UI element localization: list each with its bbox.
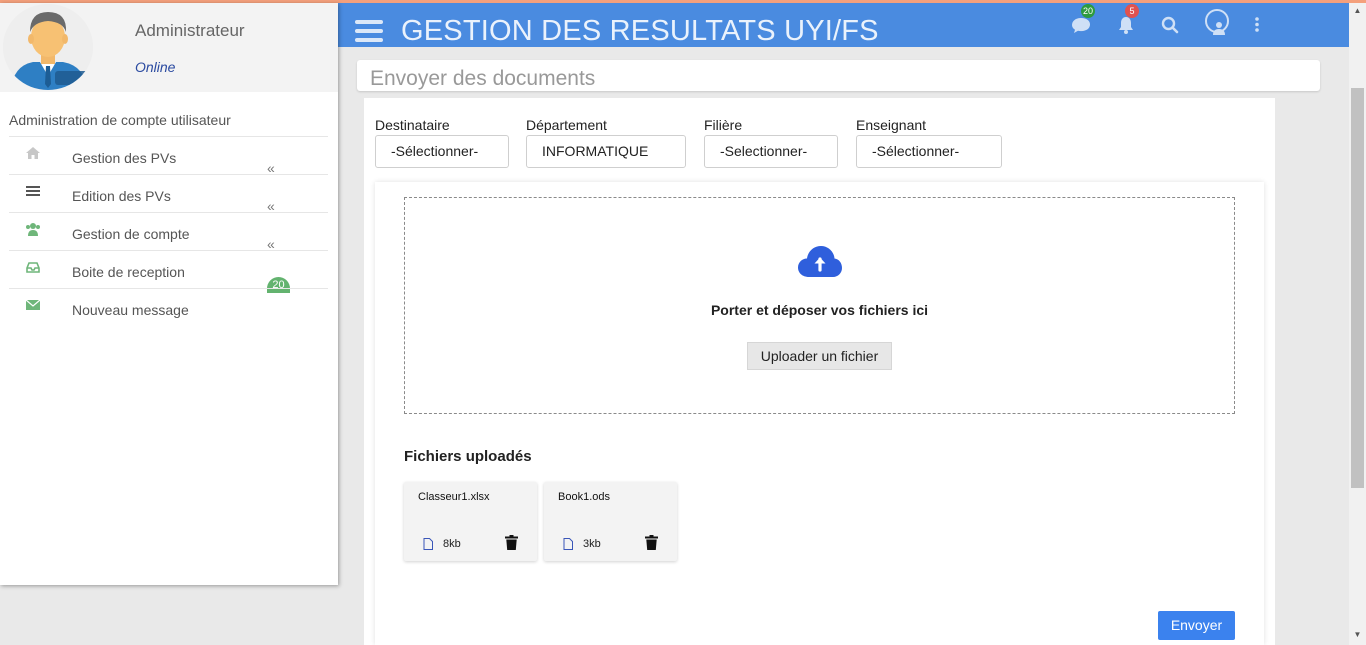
enseignant-select[interactable]: -Sélectionner- [856,135,1002,168]
sidebar-item-label: Gestion des PVs [72,150,177,166]
file-size: 8kb [443,538,461,550]
uploaded-file-card: Classeur1.xlsx 8kb [404,482,537,561]
admin-name: Administrateur [135,21,245,40]
document-icon [423,538,433,550]
departement-select[interactable]: INFORMATIQUE [526,135,686,168]
hamburger-menu-icon[interactable] [355,20,383,42]
document-icon [563,538,573,550]
more-vertical-icon[interactable] [1251,14,1273,36]
sidebar-item-label: Boite de reception [72,264,185,280]
send-button[interactable]: Envoyer [1158,611,1235,640]
chevron-double-left-icon: « [267,198,275,214]
messages-badge: 20 [1081,4,1096,18]
sidebar-item-edition-pvs[interactable]: Edition des PVs « [9,174,328,214]
online-status: Online [135,59,176,75]
chevron-double-left-icon: « [267,160,275,176]
profile-panel: Administrateur Online [0,3,338,92]
scroll-down-arrow-icon[interactable]: ▼ [1353,630,1362,639]
file-name: Classeur1.xlsx [418,491,490,503]
file-name: Book1.ods [558,491,610,503]
users-icon [26,223,40,236]
home-icon [26,147,40,159]
cloud-upload-icon [798,246,842,277]
filiere-select[interactable]: -Selectionner- [704,135,838,168]
enseignant-label: Enseignant [856,117,927,133]
upload-file-button[interactable]: Uploader un fichier [747,342,892,370]
search-icon[interactable] [1159,14,1181,36]
sidebar: Administrateur Online Administration de … [0,3,338,585]
sidebar-item-nouveau-message[interactable]: Nouveau message [9,288,328,328]
sidebar-item-gestion-compte[interactable]: Gestion de compte « [9,212,328,252]
destinataire-label: Destinataire [375,117,450,133]
envelope-icon [25,299,41,310]
notifications-badge: 5 [1125,4,1139,18]
sidebar-item-label: Edition des PVs [72,188,171,204]
user-account-icon[interactable] [1204,8,1230,36]
app-title: GESTION DES RESULTATS UYI/FS [401,15,879,47]
sidebar-section-title: Administration de compte utilisateur [9,112,231,128]
page-scrollbar[interactable]: ▲ ▼ [1349,3,1366,645]
avatar[interactable] [3,4,93,90]
inbox-icon [26,262,40,273]
sidebar-item-label: Nouveau message [72,302,189,318]
top-header: GESTION DES RESULTATS UYI/FS 20 5 [338,3,1351,47]
scroll-up-arrow-icon[interactable]: ▲ [1353,6,1362,15]
trash-icon[interactable] [505,535,518,550]
sidebar-item-boite-reception[interactable]: Boite de reception 20 [9,250,328,293]
uploaded-file-card: Book1.ods 3kb [544,482,677,561]
chevron-double-left-icon: « [267,236,275,252]
sidebar-item-gestion-pvs[interactable]: Gestion des PVs « [9,136,328,176]
page-title: Envoyer des documents [370,67,596,90]
sidebar-item-label: Gestion de compte [72,226,190,242]
trash-icon[interactable] [645,535,658,550]
departement-label: Département [526,117,607,133]
drop-instruction-text: Porter et déposer vos fichiers ici [710,302,929,318]
page-title-bar: Envoyer des documents [357,60,1320,91]
scrollbar-thumb[interactable] [1351,88,1364,488]
file-size: 3kb [583,538,601,550]
uploaded-files-heading: Fichiers uploadés [404,448,532,465]
filiere-label: Filière [704,117,743,133]
sidebar-nav: Gestion des PVs « Edition des PVs « Gest… [9,136,328,328]
list-icon [26,186,40,196]
avatar-image [3,4,93,90]
destinataire-select[interactable]: -Sélectionner- [375,135,509,168]
